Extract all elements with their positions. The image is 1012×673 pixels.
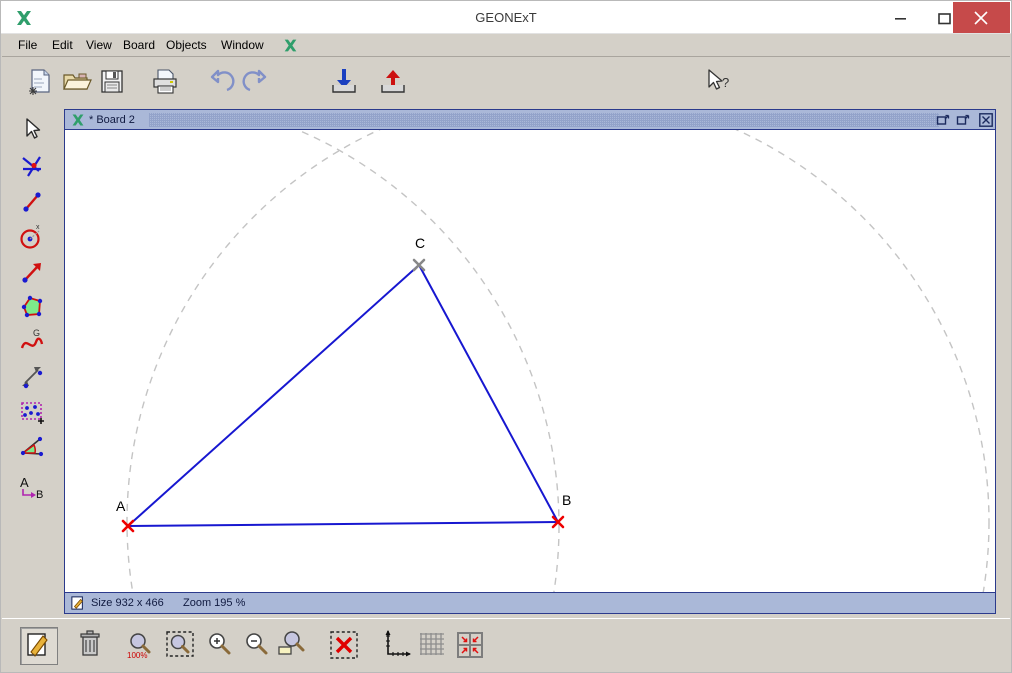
import-button[interactable] — [328, 65, 360, 97]
zoom-100-button[interactable]: 100% — [122, 627, 158, 663]
point-c[interactable] — [412, 258, 426, 272]
segment-ab[interactable] — [127, 521, 559, 527]
construction-drawing — [121, 130, 990, 592]
board-titlebar[interactable]: * Board 2 — [65, 110, 995, 130]
menu-board[interactable]: Board — [118, 37, 160, 54]
tool-pointer[interactable] — [14, 111, 50, 147]
clear-board-button[interactable] — [326, 627, 362, 663]
titlebar-texture — [149, 113, 939, 127]
svg-text:x: x — [36, 224, 40, 231]
tool-distance[interactable] — [14, 359, 50, 395]
zoom-fit-button[interactable] — [162, 627, 198, 663]
new-button[interactable] — [24, 65, 56, 97]
delete-button[interactable] — [72, 627, 108, 663]
geonext-application-window: GEONExT File Edit View Board Objects Win… — [0, 0, 1012, 673]
save-button[interactable] — [96, 65, 128, 97]
window-title: GEONExT — [475, 10, 537, 25]
board-close-button[interactable] — [979, 113, 993, 127]
board-restore-button[interactable] — [936, 113, 950, 127]
board-edit-icon[interactable] — [71, 596, 85, 610]
main-toolbar: ? — [2, 57, 1010, 104]
redo-button[interactable] — [239, 65, 271, 97]
tool-point-group[interactable] — [14, 394, 50, 430]
board-maximize-button[interactable] — [956, 113, 970, 127]
tool-segment[interactable] — [14, 184, 50, 220]
tool-function-graph[interactable]: G — [14, 324, 50, 360]
undo-button[interactable] — [206, 65, 238, 97]
toggle-grid-button[interactable] — [414, 627, 450, 663]
board-size-text: Size 932 x 466 — [91, 597, 164, 609]
menubar: File Edit View Board Objects Window — [2, 34, 1010, 57]
open-button[interactable] — [60, 65, 92, 97]
zoom-in-button[interactable] — [202, 627, 238, 663]
construction-points — [121, 258, 565, 533]
menu-window[interactable]: Window — [216, 37, 269, 54]
geonext-board-logo-icon — [71, 113, 85, 127]
tool-palette: x G A B — [2, 104, 58, 618]
print-button[interactable] — [149, 65, 181, 97]
export-button[interactable] — [377, 65, 409, 97]
toggle-axes-button[interactable] — [378, 627, 414, 663]
segment-ac[interactable] — [127, 264, 420, 527]
svg-text:100%: 100% — [127, 651, 147, 660]
menu-objects[interactable]: Objects — [161, 37, 212, 54]
window-close-button[interactable] — [953, 2, 1010, 33]
board-toolbar: 100% — [2, 618, 1010, 672]
tool-intersection[interactable] — [14, 149, 50, 185]
board-zoom-text: Zoom 195 % — [183, 597, 246, 609]
geonext-menu-logo-icon[interactable] — [283, 38, 298, 53]
tool-text-label[interactable]: A B — [14, 471, 50, 507]
tool-polygon[interactable] — [14, 289, 50, 325]
tool-angle[interactable] — [14, 429, 50, 465]
board-title: * Board 2 — [89, 112, 139, 128]
segment-bc[interactable] — [418, 264, 559, 523]
window-minimize-button[interactable] — [879, 2, 923, 33]
edit-mode-button[interactable] — [20, 627, 58, 665]
svg-text:A: A — [20, 475, 29, 490]
menu-file[interactable]: File — [13, 37, 42, 54]
menu-view[interactable]: View — [81, 37, 117, 54]
svg-text:B: B — [36, 489, 43, 501]
zoom-area-button[interactable] — [274, 627, 310, 663]
geometry-canvas[interactable]: A B C — [65, 130, 995, 592]
svg-text:G: G — [33, 328, 40, 338]
triangle-segments — [127, 264, 559, 527]
board-statusbar: Size 932 x 466 Zoom 195 % — [65, 592, 995, 613]
zoom-out-button[interactable] — [239, 627, 275, 663]
svg-text:?: ? — [722, 75, 729, 90]
board-window: * Board 2 A B C Size 932 x 466 Zoom 195 … — [64, 109, 996, 614]
tool-ray[interactable] — [14, 254, 50, 290]
center-view-button[interactable] — [452, 627, 488, 663]
tool-circle[interactable]: x — [14, 219, 50, 255]
window-titlebar: GEONExT — [1, 1, 1011, 34]
menu-edit[interactable]: Edit — [47, 37, 78, 54]
help-button[interactable]: ? — [702, 65, 734, 97]
